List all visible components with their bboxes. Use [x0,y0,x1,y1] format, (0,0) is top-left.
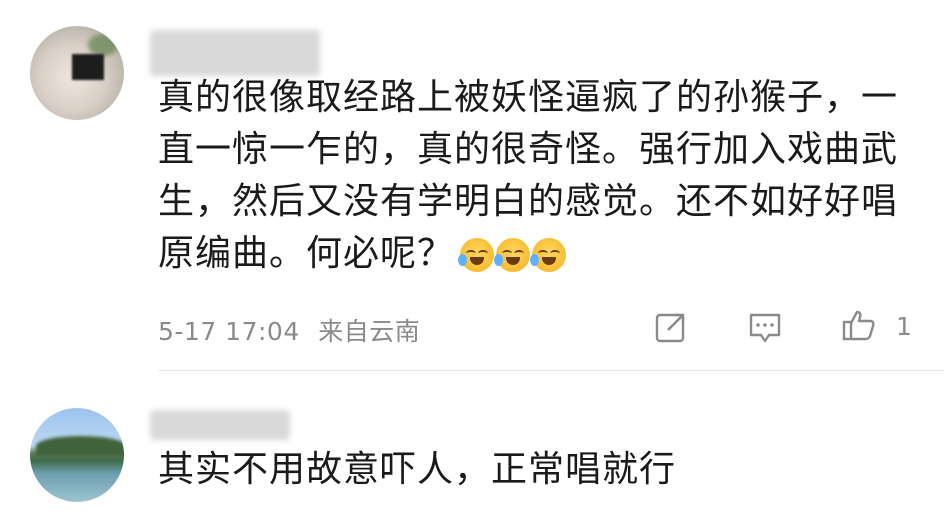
comment-thread: 真的很像取经路上被妖怪逼疯了的孙猴子，一直一惊一乍的，真的很奇怪。强行加入戏曲武… [0,0,944,530]
location: 来自云南 [318,317,421,346]
avatar-blur [72,54,104,80]
comment-meta: 5-17 17:04 来自云南 [158,312,420,348]
username-blurred[interactable] [150,410,290,440]
comment-icon[interactable] [748,310,782,344]
username-blurred[interactable] [150,30,320,76]
timestamp: 5-17 17:04 [158,317,300,346]
comment-body: 其实不用故意吓人，正常唱就行 [158,449,677,490]
avatar[interactable] [30,26,124,120]
emoji-row [458,238,567,272]
laugh-cry-emoji [530,238,567,272]
avatar[interactable] [30,408,124,502]
share-icon[interactable] [654,310,688,344]
laugh-cry-emoji [458,238,495,272]
laugh-cry-emoji [494,238,531,272]
avatar-hill [36,436,124,456]
like-count: 1 [896,312,912,341]
comment-text: 真的很像取经路上被妖怪逼疯了的孙猴子，一直一惊一乍的，真的很奇怪。强行加入戏曲武… [158,72,928,280]
divider [158,370,944,371]
thumbs-up-icon[interactable] [842,308,876,342]
avatar-leaf [88,34,118,56]
comment-text: 其实不用故意吓人，正常唱就行 [158,444,928,496]
